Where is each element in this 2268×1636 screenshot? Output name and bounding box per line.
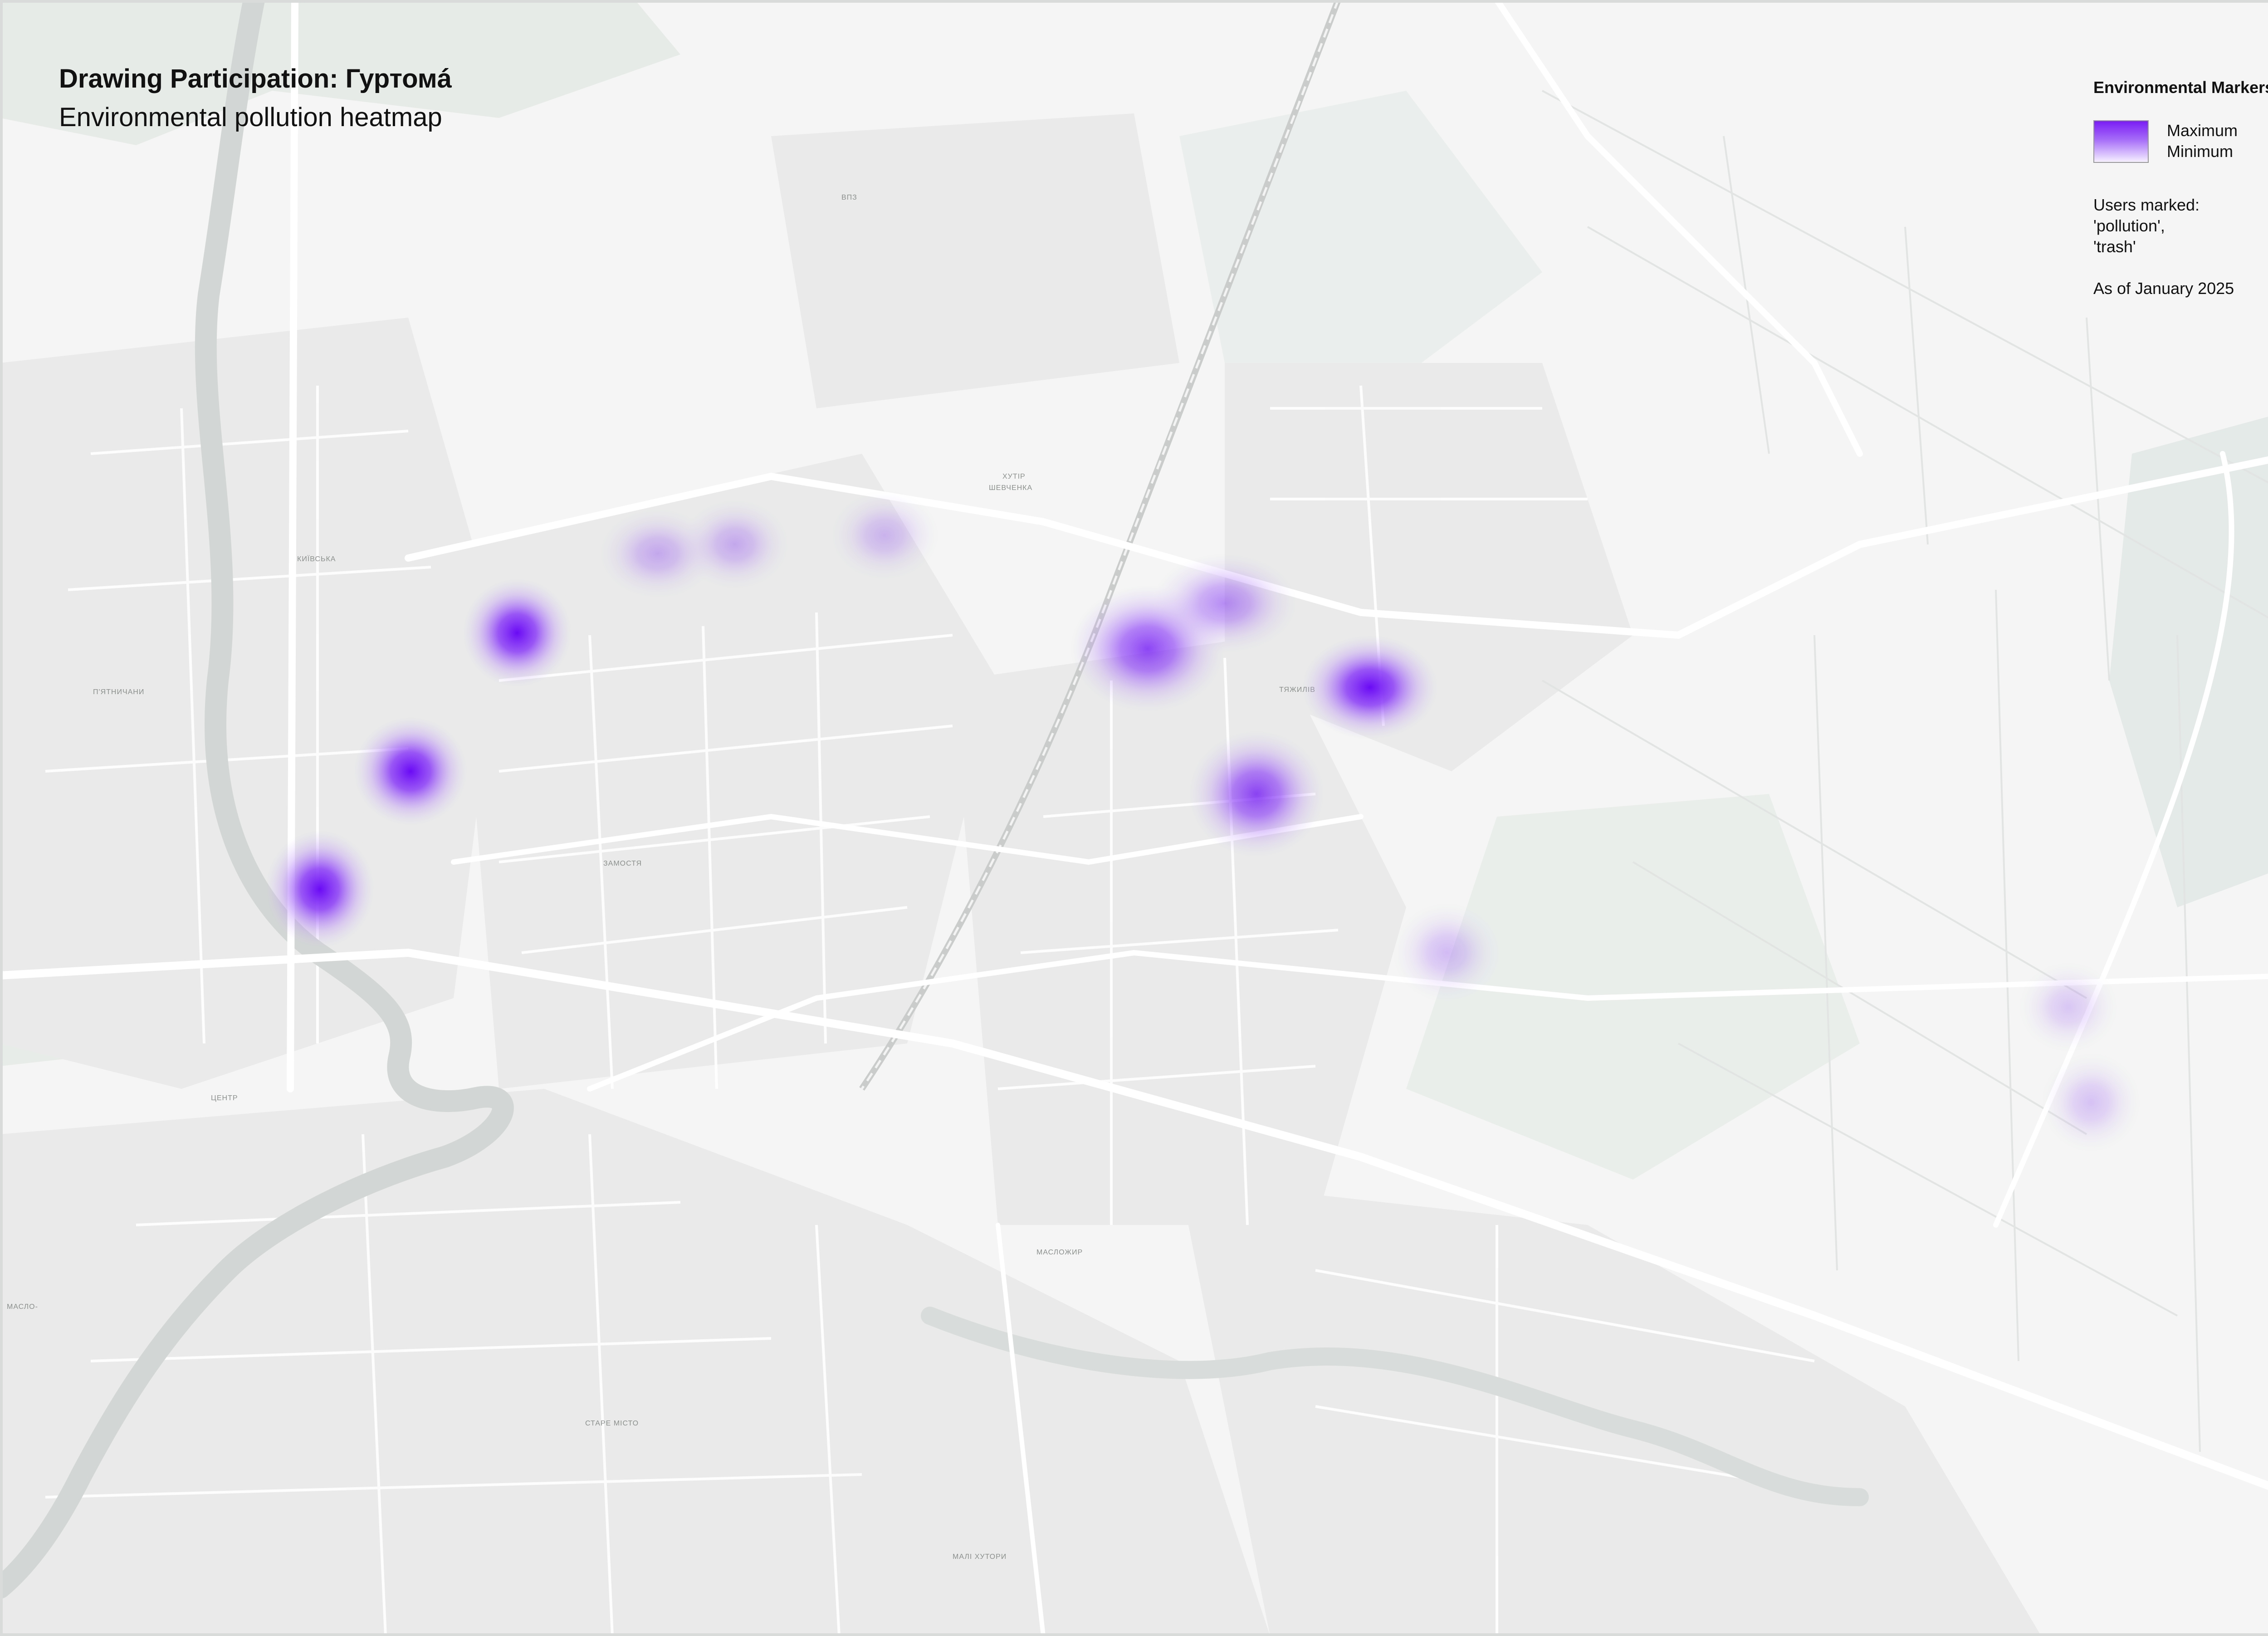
district-label-piatnychany: П'ЯТНИЧАНИ <box>93 688 144 696</box>
legend-note: Users marked: 'pollution', 'trash' <box>2093 195 2268 257</box>
hotspot-river-bend[interactable] <box>265 830 374 948</box>
legend-labels: Maximum Minimum <box>2167 120 2238 162</box>
district-label-vzr: ВПЗ <box>841 194 857 201</box>
hotspot-southeast-park[interactable] <box>1393 903 1501 1003</box>
legend-note-line1: Users marked: <box>2093 196 2200 214</box>
district-label-tsentr: ЦЕНТР <box>211 1094 238 1102</box>
legend-title: Environmental Markers <box>2093 78 2268 97</box>
legend-scale: Maximum Minimum <box>2093 120 2268 163</box>
hotspot-industrial[interactable] <box>1152 553 1297 653</box>
legend-date: As of January 2025 <box>2093 279 2234 298</box>
hotspot-tiazhyliv[interactable] <box>1302 635 1438 740</box>
map-subtitle: Environmental pollution heatmap <box>59 103 442 132</box>
map-title: Drawing Participation: Гуртомá <box>59 64 452 93</box>
legend-gradient-swatch <box>2093 120 2149 163</box>
legend-max-label: Maximum <box>2167 121 2238 140</box>
legend-panel: Environmental Markers Maximum Minimum Us… <box>2093 77 2268 299</box>
title-block: Drawing Participation: Гуртомá Environme… <box>59 64 452 132</box>
district-label-masliv: МАСЛО- <box>7 1303 38 1311</box>
hotspot-kyivska-south[interactable] <box>354 717 467 826</box>
hotspot-far-east-north[interactable] <box>2019 962 2118 1053</box>
hotspot-street-mid[interactable] <box>680 499 789 590</box>
district-label-zamostia: ЗАМОСТЯ <box>603 860 642 867</box>
hotspot-far-east-south[interactable] <box>2041 1053 2141 1152</box>
map-canvas[interactable]: КИЇВСЬКА П'ЯТНИЧАНИ ЗАМОСТЯ ХУТІР ШЕВЧЕН… <box>0 0 2268 1636</box>
legend-min-label: Minimum <box>2167 142 2234 161</box>
hotspot-pond[interactable] <box>1188 730 1325 857</box>
district-label-maslozhyr: МАСЛОЖИР <box>1036 1249 1083 1256</box>
legend-note-line2: 'pollution', <box>2093 216 2165 235</box>
legend-note-line3: 'trash' <box>2093 237 2136 256</box>
district-label-kyivska: КИЇВСЬКА <box>297 555 336 563</box>
district-label-mali-khutory: МАЛІ ХУТОРИ <box>953 1553 1007 1561</box>
district-label-stare-misto: СТАРЕ МІСТО <box>585 1420 639 1427</box>
district-label-khutir: ХУТІР <box>1002 473 1026 480</box>
hotspot-kyivska-north[interactable] <box>463 578 572 687</box>
hotspot-khutir-west[interactable] <box>830 490 939 581</box>
district-label-shevchenka: ШЕВЧЕНКА <box>989 484 1032 492</box>
